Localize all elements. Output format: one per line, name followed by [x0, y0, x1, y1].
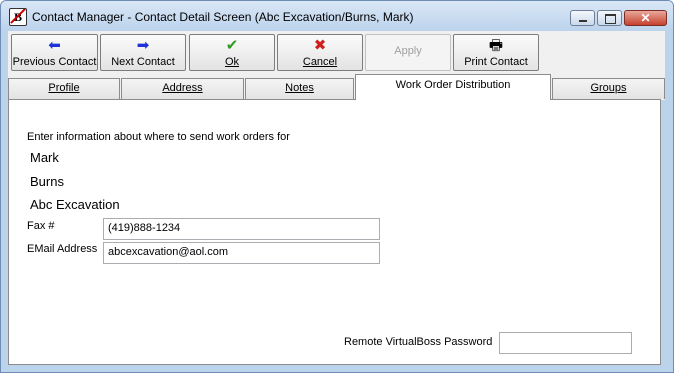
tab-strip: Profile Address Notes Work Order Distrib…	[8, 73, 665, 100]
tab-groups[interactable]: Groups	[552, 78, 665, 99]
tab-work-order-distribution-label: Work Order Distribution	[395, 79, 511, 91]
email-input[interactable]: abcexcavation@aol.com	[103, 242, 380, 264]
intro-text: Enter information about where to send wo…	[27, 131, 290, 143]
remote-password-label: Remote VirtualBoss Password	[344, 336, 493, 348]
tab-address-label: Address	[162, 82, 203, 94]
print-contact-button[interactable]: 🖶 Print Contact	[453, 34, 539, 71]
last-name-text: Burns	[30, 174, 64, 189]
print-contact-label: Print Contact	[464, 56, 528, 68]
x-icon: ✖	[313, 37, 327, 54]
close-icon: ✕	[640, 11, 651, 25]
tab-notes[interactable]: Notes	[245, 78, 354, 99]
printer-icon: 🖶	[488, 37, 504, 54]
fax-label: Fax #	[27, 220, 55, 232]
email-label: EMail Address	[27, 243, 98, 255]
app-icon[interactable]: B	[9, 8, 27, 26]
ok-label: Ok	[224, 56, 240, 68]
right-arrow-icon: ➡	[136, 37, 150, 54]
tab-profile[interactable]: Profile	[8, 78, 120, 99]
remote-password-input[interactable]	[499, 332, 632, 354]
tab-address[interactable]: Address	[121, 78, 244, 99]
previous-contact-button[interactable]: ⬅ Previous Contact	[11, 34, 98, 71]
work-order-distribution-panel: Enter information about where to send wo…	[8, 99, 661, 365]
next-contact-label: Next Contact	[111, 56, 175, 68]
company-text: Abc Excavation	[30, 197, 120, 212]
title-bar[interactable]: B Contact Manager - Contact Detail Scree…	[1, 1, 673, 31]
ok-button[interactable]: ✔ Ok	[189, 34, 275, 71]
contact-detail-window: B Contact Manager - Contact Detail Scree…	[0, 0, 674, 373]
maximize-icon	[605, 14, 616, 24]
apply-button[interactable]: Apply	[365, 34, 451, 71]
fax-input[interactable]: (419)888-1234	[103, 218, 380, 240]
window-title: Contact Manager - Contact Detail Screen …	[32, 10, 414, 24]
minimize-button[interactable]	[570, 10, 595, 26]
tab-groups-label: Groups	[590, 82, 627, 94]
next-contact-button[interactable]: ➡ Next Contact	[100, 34, 186, 71]
left-arrow-icon: ⬅	[48, 37, 61, 54]
tab-notes-label: Notes	[285, 82, 314, 94]
first-name-text: Mark	[30, 150, 59, 165]
previous-contact-label: Previous Contact	[12, 56, 97, 68]
tab-work-order-distribution[interactable]: Work Order Distribution	[355, 74, 551, 100]
apply-label: Apply	[394, 45, 422, 57]
tab-profile-label: Profile	[48, 82, 80, 94]
toolbar: ⬅ Previous Contact ➡ Next Contact ✔ Ok ✖…	[8, 31, 665, 73]
maximize-button[interactable]	[597, 10, 622, 26]
cancel-button[interactable]: ✖ Cancel	[277, 34, 363, 71]
checkmark-icon: ✔	[225, 37, 239, 54]
cancel-label: Cancel	[302, 56, 338, 68]
close-button[interactable]: ✕	[624, 10, 667, 26]
minimize-icon	[579, 20, 587, 22]
